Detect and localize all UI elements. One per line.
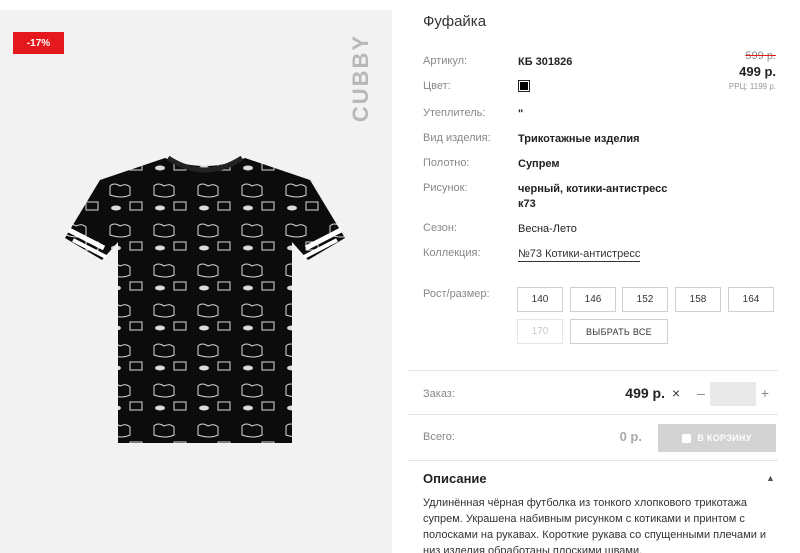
size-button-170: 170 bbox=[517, 319, 563, 344]
discount-badge: -17% bbox=[13, 32, 64, 54]
size-button-152[interactable]: 152 bbox=[622, 287, 668, 312]
tshirt-image[interactable] bbox=[60, 138, 350, 458]
total-label: Всего: bbox=[423, 431, 455, 443]
spec-value: черный, котики-антистресс к73 bbox=[518, 183, 668, 210]
add-to-cart-label: В КОРЗИНУ bbox=[697, 433, 752, 443]
spec-value: Супрем bbox=[518, 158, 560, 170]
size-button-140[interactable]: 140 bbox=[517, 287, 563, 312]
spec-label: Полотно: bbox=[423, 157, 470, 169]
old-price: 599 р. bbox=[745, 50, 776, 62]
size-button-158[interactable]: 158 bbox=[675, 287, 721, 312]
times-icon: × bbox=[672, 385, 681, 401]
spec-label: Утеплитель: bbox=[423, 107, 486, 119]
divider bbox=[408, 460, 778, 461]
select-all-sizes-button[interactable]: ВЫБРАТЬ ВСЕ bbox=[570, 319, 668, 344]
spec-value: " bbox=[518, 108, 524, 120]
total-value: 0 р. bbox=[619, 429, 642, 444]
size-button-146[interactable]: 146 bbox=[570, 287, 616, 312]
spec-value: Весна-Лето bbox=[518, 223, 577, 235]
color-swatch-black[interactable] bbox=[518, 80, 530, 92]
spec-label: Артикул: bbox=[423, 55, 468, 67]
bag-icon bbox=[682, 433, 692, 443]
description-title[interactable]: Описание bbox=[423, 471, 487, 486]
spec-value: Трикотажные изделия bbox=[518, 133, 640, 145]
order-price: 499 р. bbox=[625, 385, 665, 401]
divider bbox=[408, 414, 778, 415]
order-label: Заказ: bbox=[423, 388, 455, 400]
quantity-minus-button[interactable]: – bbox=[695, 385, 707, 401]
chevron-up-icon[interactable]: ▲ bbox=[766, 473, 775, 483]
size-button-164[interactable]: 164 bbox=[728, 287, 774, 312]
current-price: 499 р. bbox=[739, 64, 776, 79]
product-title: Фуфайка bbox=[423, 13, 487, 30]
description-text: Удлинённая чёрная футболка из тонкого хл… bbox=[423, 497, 767, 553]
spec-label: Коллекция: bbox=[423, 247, 481, 259]
quantity-input[interactable] bbox=[710, 382, 756, 406]
add-to-cart-button[interactable]: В КОРЗИНУ bbox=[658, 424, 776, 452]
spec-value: КБ 301826 bbox=[518, 56, 573, 68]
collection-link[interactable]: №73 Котики-антистресс bbox=[518, 248, 641, 262]
spec-label: Рисунок: bbox=[423, 182, 468, 194]
spec-label: Вид изделия: bbox=[423, 132, 491, 144]
sizes-label: Рост/размер: bbox=[423, 288, 490, 300]
spec-label: Цвет: bbox=[423, 80, 451, 92]
price-block: 599 р. 499 р. РРЦ: 1199 р. bbox=[729, 50, 776, 91]
brand-logo: CUBBY bbox=[348, 33, 374, 123]
recommended-price: РРЦ: 1199 р. bbox=[728, 82, 776, 91]
spec-label: Сезон: bbox=[423, 222, 457, 234]
divider bbox=[408, 370, 778, 371]
quantity-plus-button[interactable]: + bbox=[759, 385, 771, 401]
product-image-panel: -17% CUBBY bbox=[0, 10, 392, 553]
